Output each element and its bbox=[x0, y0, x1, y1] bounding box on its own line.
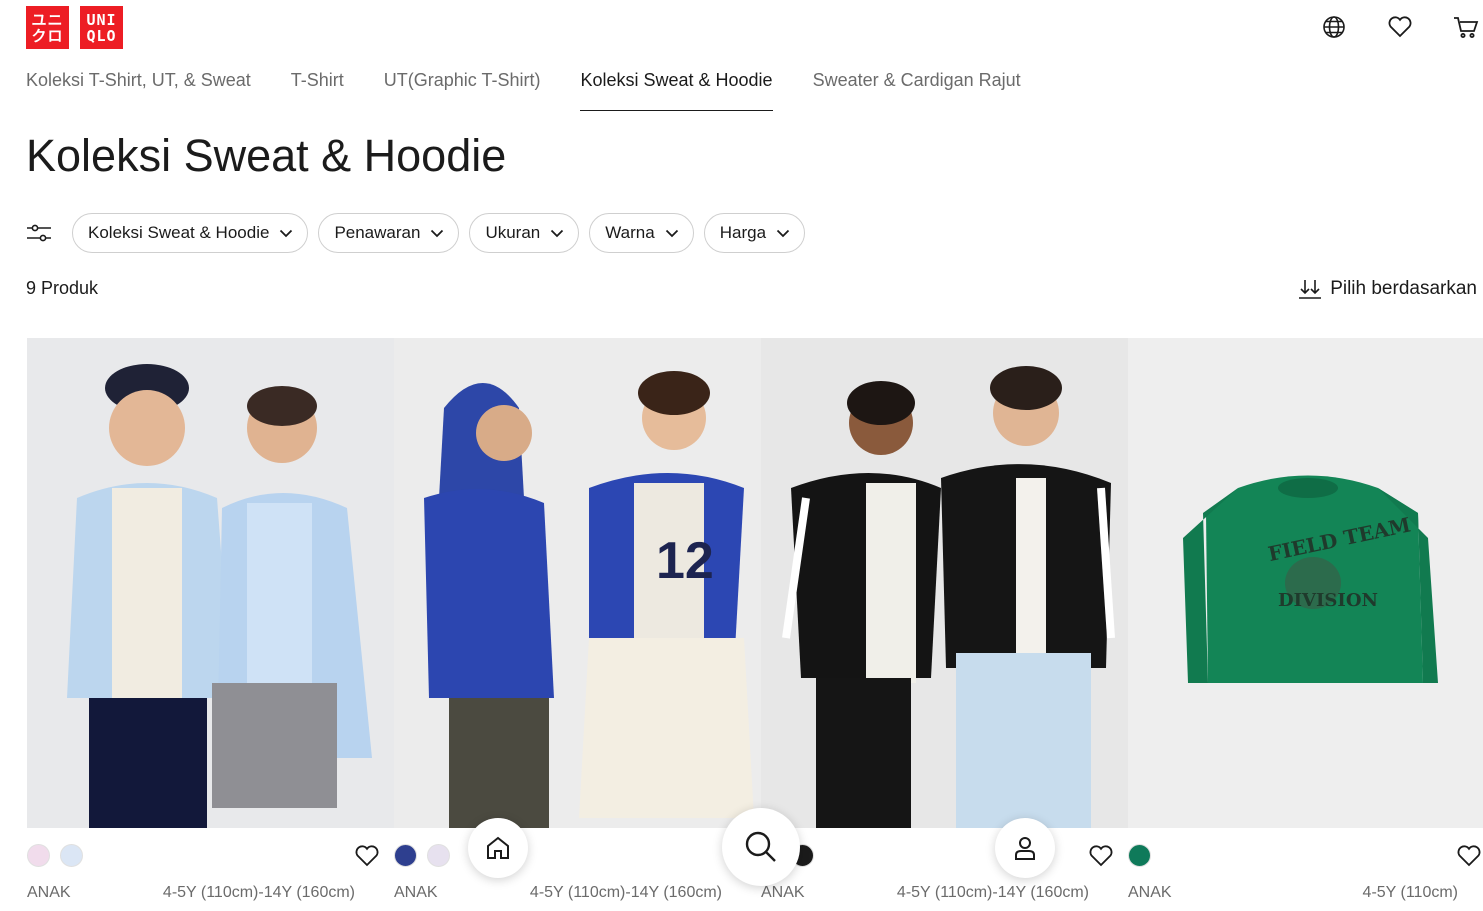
product-sizes: 4-5Y (110cm) bbox=[1362, 884, 1458, 901]
product-count: 9 Produk bbox=[26, 278, 99, 298]
product-gender: ANAK bbox=[27, 884, 71, 901]
chevron-down-icon bbox=[280, 229, 293, 237]
product-gender: ANAK bbox=[1128, 884, 1172, 901]
header-actions bbox=[1321, 14, 1483, 40]
logo-latin: UNI QLO bbox=[80, 6, 123, 49]
svg-text:12: 12 bbox=[656, 532, 714, 590]
product-image[interactable] bbox=[761, 338, 1128, 828]
favorite-heart-icon[interactable] bbox=[354, 844, 380, 870]
tab-sweat-hoodie[interactable]: Koleksi Sweat & Hoodie bbox=[580, 70, 773, 111]
user-icon bbox=[1015, 837, 1035, 860]
product-gender: ANAK bbox=[761, 884, 805, 901]
chevron-down-icon bbox=[776, 229, 790, 237]
sort-icon bbox=[1299, 280, 1322, 299]
color-swatch[interactable] bbox=[394, 844, 417, 867]
tab-ut-graphic[interactable]: UT(Graphic T-Shirt) bbox=[384, 70, 541, 111]
sort-button[interactable]: Pilih berdasarkan bbox=[1298, 278, 1477, 300]
home-button[interactable] bbox=[468, 818, 528, 878]
product-meta: ANAK 4-5Y (110cm) bbox=[1128, 884, 1458, 902]
product-card[interactable]: ANAK 4-5Y (110cm)-14Y (160cm) bbox=[27, 338, 394, 901]
filter-offers[interactable]: Penawaran bbox=[318, 213, 460, 253]
heart-icon[interactable] bbox=[1387, 14, 1413, 40]
favorite-heart-icon[interactable] bbox=[1088, 844, 1114, 870]
tab-tshirt-ut-sweat[interactable]: Koleksi T-Shirt, UT, & Sweat bbox=[26, 70, 251, 111]
color-swatch[interactable] bbox=[427, 844, 450, 867]
product-card[interactable]: 12 ANAK 4-5Y (110cm)-14Y (160cm) bbox=[394, 338, 761, 901]
color-swatch[interactable] bbox=[60, 844, 83, 867]
product-meta: ANAK 4-5Y (110cm)-14Y (160cm) bbox=[394, 884, 722, 902]
product-sizes: 4-5Y (110cm)-14Y (160cm) bbox=[529, 884, 722, 901]
search-icon bbox=[745, 831, 776, 862]
filter-sliders-icon[interactable] bbox=[26, 213, 58, 253]
chevron-down-icon bbox=[431, 229, 444, 237]
cart-icon[interactable] bbox=[1453, 14, 1479, 40]
uniqlo-logo[interactable]: ユニ クロ UNI QLO bbox=[26, 6, 123, 49]
filter-size[interactable]: Ukuran bbox=[469, 213, 580, 253]
product-meta: ANAK 4-5Y (110cm)-14Y (160cm) bbox=[761, 884, 1089, 902]
account-button[interactable] bbox=[995, 818, 1055, 878]
filter-color[interactable]: Warna bbox=[589, 213, 694, 253]
favorite-heart-icon[interactable] bbox=[1456, 844, 1482, 870]
product-meta: ANAK 4-5Y (110cm)-14Y (160cm) bbox=[27, 884, 355, 902]
chevron-down-icon bbox=[665, 229, 678, 237]
search-button[interactable] bbox=[722, 808, 800, 886]
filter-bar: Koleksi Sweat & Hoodie Penawaran Ukuran … bbox=[26, 213, 806, 253]
product-gender: ANAK bbox=[394, 884, 438, 901]
logo-kana: ユニ クロ bbox=[26, 6, 69, 49]
globe-icon[interactable] bbox=[1321, 14, 1347, 40]
tab-tshirt[interactable]: T-Shirt bbox=[291, 70, 344, 111]
color-swatches bbox=[27, 844, 83, 867]
tab-sweater-cardigan[interactable]: Sweater & Cardigan Rajut bbox=[813, 70, 1021, 111]
svg-text:DIVISION: DIVISION bbox=[1278, 590, 1378, 611]
product-card[interactable]: FIELD TEAM DIVISION ANAK 4-5Y (110cm) bbox=[1128, 338, 1483, 901]
color-swatch[interactable] bbox=[27, 844, 50, 867]
page-title: Koleksi Sweat & Hoodie bbox=[26, 130, 507, 181]
product-image[interactable] bbox=[27, 338, 394, 828]
product-sizes: 4-5Y (110cm)-14Y (160cm) bbox=[162, 884, 355, 901]
home-icon bbox=[487, 836, 509, 859]
product-image[interactable]: 12 bbox=[394, 338, 761, 828]
product-sizes: 4-5Y (110cm)-14Y (160cm) bbox=[896, 884, 1089, 901]
color-swatch[interactable] bbox=[1128, 844, 1151, 867]
color-swatches bbox=[1128, 844, 1151, 867]
filter-price[interactable]: Harga bbox=[703, 213, 806, 253]
color-swatches bbox=[394, 844, 450, 867]
filter-collection[interactable]: Koleksi Sweat & Hoodie bbox=[72, 213, 309, 253]
product-image[interactable]: FIELD TEAM DIVISION bbox=[1128, 338, 1483, 828]
category-tabs: Koleksi T-Shirt, UT, & Sweat T-Shirt UT(… bbox=[26, 70, 1021, 111]
product-card[interactable]: ANAK 4-5Y (110cm)-14Y (160cm) bbox=[761, 338, 1128, 901]
product-grid: ANAK 4-5Y (110cm)-14Y (160cm) 12 ANAK 4-… bbox=[27, 338, 1483, 901]
chevron-down-icon bbox=[551, 229, 564, 237]
